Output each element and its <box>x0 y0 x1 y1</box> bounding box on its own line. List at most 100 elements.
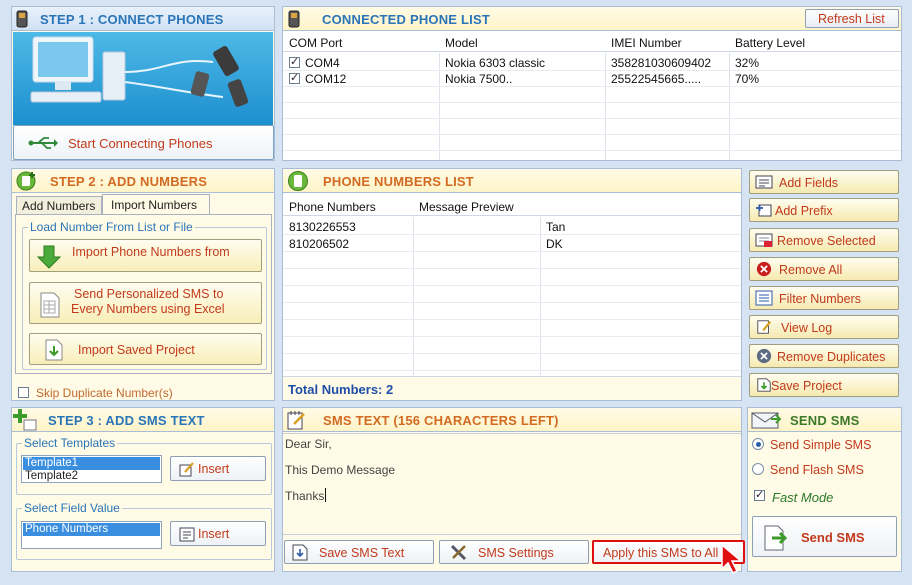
step1-title: STEP 1 : CONNECT PHONES <box>40 12 224 27</box>
import-document-icon <box>45 339 63 361</box>
templates-listbox[interactable]: Template1 Template2 <box>21 455 162 483</box>
table-row[interactable]: COM4 Nokia 6303 classic 358281030609402 … <box>283 55 901 71</box>
send-sms-button[interactable]: Send SMS <box>752 516 897 557</box>
phone-numbers-title: PHONE NUMBERS LIST <box>323 174 474 189</box>
col-message-preview: Message Preview <box>419 200 514 214</box>
step2-header: STEP 2 : ADD NUMBERS <box>12 169 274 193</box>
view-log-icon <box>757 320 772 334</box>
send-document-icon <box>764 525 788 551</box>
step2-title: STEP 2 : ADD NUMBERS <box>50 174 208 189</box>
add-fields-button[interactable]: Add Fields <box>749 170 899 194</box>
send-flash-sms-label: Send Flash SMS <box>770 463 864 477</box>
col-battery: Battery Level <box>735 36 806 50</box>
step3-header: STEP 3 : ADD SMS TEXT <box>12 408 274 432</box>
tab-content: Load Number From List or File Import Pho… <box>15 214 272 374</box>
field-value-listbox[interactable]: Phone Numbers <box>21 521 162 549</box>
tab-add-numbers[interactable]: Add Numbers <box>16 196 102 214</box>
send-sms-header: SEND SMS <box>748 408 901 432</box>
phone-list-header: CONNECTED PHONE LIST Refresh List <box>283 7 901 31</box>
tab-import-numbers[interactable]: Import Numbers <box>102 194 210 215</box>
col-com-port: COM Port <box>289 36 343 50</box>
remove-all-icon <box>756 261 772 277</box>
insert-template-button[interactable]: Insert <box>170 456 266 481</box>
insert-icon <box>179 462 194 477</box>
save-sms-text-button[interactable]: Save SMS Text <box>284 540 434 564</box>
view-log-button[interactable]: View Log <box>749 315 899 339</box>
phone-icon <box>288 10 300 28</box>
table-row[interactable]: COM12 Nokia 7500.. 25522545665..... 70% <box>283 71 901 87</box>
row-checkbox[interactable] <box>289 71 300 84</box>
insert-field-button[interactable]: Insert <box>170 521 266 546</box>
refresh-list-button[interactable]: Refresh List <box>805 9 899 28</box>
skip-duplicates-label: Skip Duplicate Number(s) <box>36 386 173 400</box>
step3-title: STEP 3 : ADD SMS TEXT <box>48 413 205 428</box>
load-number-group-label: Load Number From List or File <box>28 220 195 234</box>
sms-text-panel: SMS TEXT (156 CHARACTERS LEFT) Dear Sir,… <box>282 407 745 572</box>
skip-duplicates-checkbox[interactable] <box>18 387 29 398</box>
start-connecting-button[interactable]: Start Connecting Phones <box>13 125 274 160</box>
fast-mode-checkbox[interactable] <box>754 488 765 501</box>
save-document-icon <box>292 544 308 561</box>
col-model: Model <box>445 36 478 50</box>
phone-numbers-panel: PHONE NUMBERS LIST Phone Numbers Message… <box>282 168 742 401</box>
import-phone-numbers-button[interactable]: Import Phone Numbers from <box>29 239 262 272</box>
excel-document-icon <box>40 292 60 318</box>
phone-list-icon <box>288 171 308 191</box>
add-sms-text-icon <box>13 409 37 431</box>
sms-text-title: SMS TEXT (156 CHARACTERS LEFT) <box>323 413 559 428</box>
add-prefix-button[interactable]: Add Prefix <box>749 198 899 222</box>
send-simple-sms-label: Send Simple SMS <box>770 438 872 452</box>
tools-icon <box>450 544 467 561</box>
filter-numbers-icon <box>755 290 773 306</box>
templates-group-label: Select Templates <box>22 436 118 450</box>
sms-text-area[interactable]: Dear Sir, This Demo Message Thanks <box>283 433 741 535</box>
table-row[interactable]: 810206502 DK <box>283 236 741 252</box>
phone-numbers-header: PHONE NUMBERS LIST <box>283 169 741 193</box>
send-flash-sms-radio[interactable] <box>752 463 764 475</box>
table-row[interactable]: 8130226553 Tan <box>283 219 741 235</box>
mouse-pointer-icon <box>721 543 744 575</box>
phone-grid-body: COM4 Nokia 6303 classic 358281030609402 … <box>283 53 901 160</box>
download-arrow-icon <box>36 245 62 269</box>
send-personalized-excel-button[interactable]: Send Personalized SMS to Every Numbers u… <box>29 282 262 324</box>
add-fields-icon <box>755 175 773 189</box>
remove-selected-icon <box>755 233 773 247</box>
sms-settings-button[interactable]: SMS Settings <box>439 540 589 564</box>
refresh-list-label: Refresh List <box>818 12 885 26</box>
remove-duplicates-icon <box>756 348 772 364</box>
add-numbers-icon <box>16 171 36 191</box>
remove-selected-button[interactable]: Remove Selected <box>749 228 899 252</box>
sms-text-header: SMS TEXT (156 CHARACTERS LEFT) <box>283 408 741 432</box>
total-numbers-bar: Total Numbers: 2 <box>283 376 741 400</box>
text-cursor <box>325 488 326 502</box>
remove-duplicates-button[interactable]: Remove Duplicates <box>749 344 899 368</box>
usb-icon <box>28 137 58 149</box>
start-connecting-label: Start Connecting Phones <box>68 136 213 151</box>
send-simple-sms-radio[interactable] <box>752 438 764 450</box>
phone-grid-header: COM Port Model IMEI Number Battery Level <box>283 32 901 52</box>
list-item[interactable]: Template1 <box>23 457 160 470</box>
send-sms-title: SEND SMS <box>790 413 860 428</box>
phone-icon <box>16 10 28 28</box>
step3-panel: STEP 3 : ADD SMS TEXT Select Templates T… <box>11 407 275 572</box>
step2-panel: STEP 2 : ADD NUMBERS Add Numbers Import … <box>11 168 275 401</box>
send-sms-panel: SEND SMS Send Simple SMS Send Flash SMS … <box>747 407 902 572</box>
import-saved-project-button[interactable]: Import Saved Project <box>29 333 262 365</box>
numbers-grid-header: Phone Numbers Message Preview <box>283 196 741 216</box>
field-value-group-label: Select Field Value <box>22 501 122 515</box>
row-checkbox[interactable] <box>289 55 300 68</box>
save-project-button[interactable]: Save Project <box>749 373 899 397</box>
step1-header: STEP 1 : CONNECT PHONES <box>12 7 274 31</box>
envelope-icon <box>751 412 781 429</box>
filter-numbers-button[interactable]: Filter Numbers <box>749 286 899 310</box>
phone-list-title: CONNECTED PHONE LIST <box>322 12 490 27</box>
list-item[interactable]: Template2 <box>23 470 160 483</box>
step1-panel: STEP 1 : CONNECT PHONES Start Connecting… <box>11 6 275 161</box>
notepad-icon <box>287 411 305 430</box>
list-item[interactable]: Phone Numbers <box>23 523 160 536</box>
col-imei: IMEI Number <box>611 36 682 50</box>
add-prefix-icon <box>756 204 772 217</box>
connect-illustration <box>13 32 273 125</box>
remove-all-button[interactable]: Remove All <box>749 257 899 281</box>
numbers-grid-body: 8130226553 Tan 810206502 DK <box>283 217 741 375</box>
